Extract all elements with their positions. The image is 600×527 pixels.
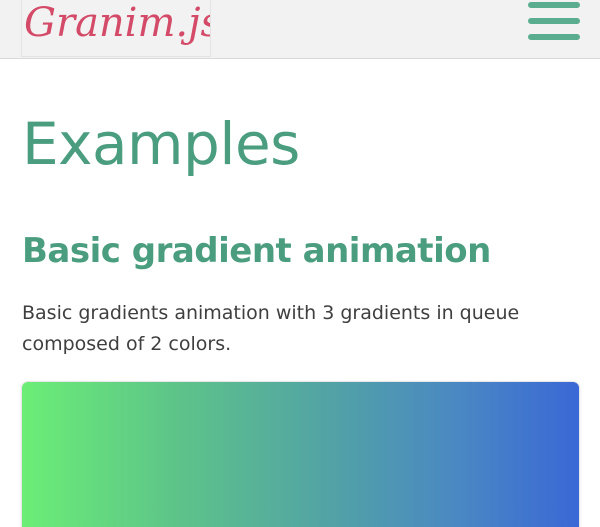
hamburger-menu-icon[interactable] xyxy=(526,0,582,44)
section-title: Basic gradient animation xyxy=(22,231,491,271)
page-title: Examples xyxy=(22,110,300,178)
top-navigation-bar: Granim.js xyxy=(0,0,600,59)
logo-link[interactable]: Granim.js xyxy=(21,0,211,57)
gradient-canvas-frame xyxy=(22,382,579,527)
granim-logo: Granim.js xyxy=(24,0,211,46)
logo-text: Granim.js xyxy=(24,0,211,46)
gradient-canvas xyxy=(22,382,579,527)
section-description: Basic gradients animation with 3 gradien… xyxy=(22,302,520,355)
